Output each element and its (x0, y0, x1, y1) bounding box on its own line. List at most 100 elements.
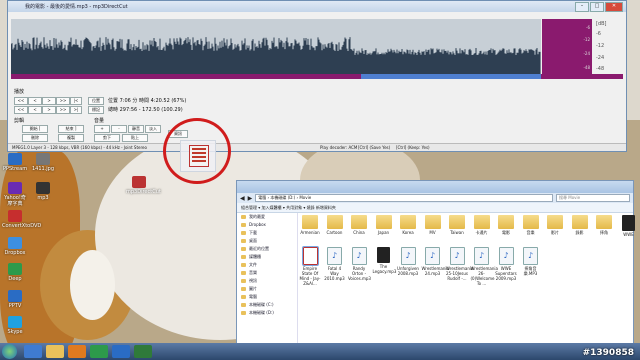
vol-up-button[interactable]: + (94, 125, 110, 133)
nav-item[interactable]: 電腦 (237, 293, 297, 301)
file-item[interactable]: Taiwan (446, 215, 468, 235)
nav-item[interactable]: 文件 (237, 261, 297, 269)
folder-icon (400, 215, 416, 229)
file-name: China (353, 230, 365, 235)
desktop-icon[interactable]: Deep (2, 263, 28, 282)
folder-icon (375, 215, 392, 229)
file-item[interactable]: Empire State Of Mind - Jay-Z&Al... (299, 246, 321, 286)
desktop-icon[interactable]: 1411.jpg (30, 153, 56, 172)
nav-item[interactable]: 音樂 (237, 269, 297, 277)
file-name: Randy Orton - Voices.mp3 (348, 266, 371, 281)
step-back-button[interactable]: < (28, 106, 42, 114)
go-end-button[interactable]: >| (70, 106, 82, 114)
minimize-button[interactable]: – (575, 1, 589, 12)
set-begin-button[interactable]: 開始 [ (22, 125, 48, 133)
explorer-icon[interactable] (46, 345, 64, 358)
vol-down-button[interactable]: - (111, 125, 127, 133)
file-item[interactable]: 影片 (544, 215, 566, 235)
copy-button[interactable]: 複製 (58, 134, 84, 142)
app-icon[interactable] (90, 345, 108, 358)
status-keep: [Ctrl] (Keep: Yes) (396, 145, 430, 150)
nav-item[interactable]: Dropbox (237, 221, 297, 229)
forward-icon[interactable]: ▶ (248, 195, 253, 202)
timeline-bar[interactable] (11, 74, 623, 79)
file-item[interactable]: 音樂 (520, 215, 542, 235)
fade-in-button[interactable]: 淡入 (145, 125, 161, 133)
file-item[interactable]: Japan (373, 215, 395, 235)
nav-item[interactable]: 我的最愛 (237, 213, 297, 221)
file-name: Cartoon (326, 230, 343, 235)
file-item[interactable]: Armenian (299, 215, 321, 235)
forward-button[interactable]: >> (56, 97, 70, 105)
step-fwd-button[interactable]: > (42, 106, 56, 114)
file-item[interactable]: Wrestlemania 25-10Jesus Rudolf -... (446, 247, 473, 281)
command-bar[interactable]: 組合管理 ▾ 加入媒體櫃 ▾ 共用對象 ▾ 燒錄 新增資料夾 (237, 203, 633, 213)
prev-button[interactable]: << (14, 106, 28, 114)
go-start-button[interactable]: |< (70, 97, 82, 105)
file-item[interactable]: Wrestlemania 24.mp3 (422, 247, 449, 276)
skype-icon (8, 316, 22, 328)
file-item[interactable]: 電影 (495, 215, 517, 235)
desktop-icon[interactable]: PPStream (2, 153, 28, 172)
position-button[interactable]: 位置 (88, 97, 104, 105)
nav-item[interactable]: 視訊 (237, 277, 297, 285)
mute-button[interactable]: 靜音 (128, 125, 144, 133)
set-end-button[interactable]: 結束 ] (58, 125, 84, 133)
desktop-icon[interactable]: mp3DirectCut (126, 176, 161, 195)
file-name: Fatal 4 Way 2010.mp3 (324, 266, 345, 281)
desktop-icon[interactable]: PPTV (2, 290, 28, 309)
nav-item[interactable]: 媒體櫃 (237, 253, 297, 261)
title-bar[interactable]: 我的電影 - 最後的愛情.mp3 - mp3DirectCut – □ ✕ (8, 1, 626, 12)
nav-item[interactable]: 圖片 (237, 285, 297, 293)
maximize-button[interactable]: □ (590, 1, 604, 12)
rewind-fast-button[interactable]: << (14, 97, 28, 105)
file-item[interactable]: MV (422, 215, 444, 235)
nav-item[interactable]: 最近的位置 (237, 245, 297, 253)
paste-button[interactable]: 貼上 (122, 134, 148, 142)
file-item[interactable]: 卡通片 (471, 215, 493, 235)
nav-item[interactable]: 本機磁碟 (D:) (237, 309, 297, 317)
file-item[interactable]: Randy Orton - Voices.mp3 (348, 247, 371, 281)
desktop-icon[interactable]: mp3 (30, 182, 56, 201)
nav-item[interactable]: 下載 (237, 229, 297, 237)
address-bar[interactable]: 電腦 › 本機磁碟 (D:) › Movie (255, 194, 553, 202)
next-button[interactable]: >> (56, 106, 70, 114)
delete-button[interactable]: 刪除 (22, 134, 48, 142)
nav-item[interactable]: 桌面 (237, 237, 297, 245)
window-title: 我的電影 - 最後的愛情.mp3 - mp3DirectCut (25, 4, 128, 10)
app-icon[interactable] (112, 345, 130, 358)
media-player-icon[interactable] (68, 345, 86, 358)
explorer-title-bar[interactable] (237, 181, 633, 193)
file-item[interactable]: Fatal 4 Way 2010.mp3 (324, 247, 346, 281)
waveform-display[interactable] (11, 19, 541, 74)
start-button[interactable] (2, 344, 17, 359)
marker-button[interactable]: 標記 (88, 106, 104, 114)
app-icon[interactable] (134, 345, 152, 358)
file-item[interactable]: The Legacy.mp3 (373, 247, 396, 274)
desktop-icon[interactable]: Yahoo!奇摩字典 (2, 182, 28, 207)
desktop-icon[interactable]: Skype (2, 316, 28, 335)
file-item[interactable]: 摔角 (593, 215, 615, 235)
file-item[interactable]: Korea (397, 215, 419, 235)
desktop-icon[interactable]: Dropbox (2, 237, 28, 256)
search-input[interactable]: 搜尋 Movie (556, 194, 630, 202)
nav-item[interactable]: 本機磁碟 (C:) (237, 301, 297, 309)
file-item[interactable]: 錄影 (569, 215, 591, 235)
file-item[interactable]: China (348, 215, 370, 235)
status-save: [Ctrl] (Save Yes) (358, 145, 391, 150)
folder-icon (571, 215, 588, 229)
file-item[interactable]: WWE (618, 215, 640, 237)
cut-button[interactable]: 剪下 (94, 134, 120, 142)
play-button[interactable]: > (42, 97, 56, 105)
file-item[interactable]: 摔角音樂.MP3 (520, 247, 542, 276)
file-item[interactable]: Unforgiven 2008.mp3 (397, 247, 419, 276)
file-item[interactable]: WWE Superstars 2009.mp3 (495, 247, 517, 281)
selection-range[interactable] (361, 74, 541, 79)
desktop-icon[interactable]: ConvertXtoDVD (2, 210, 41, 229)
close-button[interactable]: ✕ (605, 1, 623, 12)
rewind-button[interactable]: < (28, 97, 42, 105)
file-item[interactable]: Wrestlemania 26-(0)Welcome To ... (471, 247, 498, 286)
ie-icon[interactable] (24, 345, 42, 358)
file-item[interactable]: Cartoon (324, 215, 346, 235)
back-icon[interactable]: ◀ (240, 195, 245, 202)
